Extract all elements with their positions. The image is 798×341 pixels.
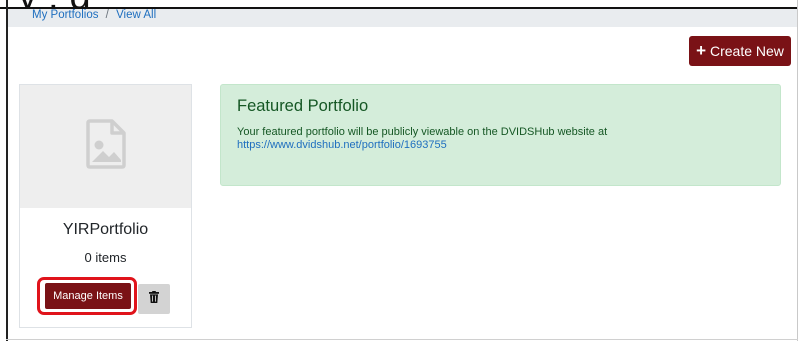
create-new-button[interactable]: + Create New bbox=[689, 36, 791, 66]
plus-icon: + bbox=[696, 41, 706, 60]
featured-portfolio-link[interactable]: https://www.dvidshub.net/portfolio/16937… bbox=[237, 139, 764, 152]
highlight-outline: Manage Items bbox=[37, 277, 137, 315]
trash-icon bbox=[149, 290, 159, 308]
delete-portfolio-button[interactable] bbox=[138, 284, 170, 314]
portfolio-thumbnail[interactable] bbox=[20, 85, 191, 208]
image-placeholder-icon bbox=[84, 118, 128, 175]
featured-portfolio-description: Your featured portfolio will be publicly… bbox=[237, 126, 608, 138]
portfolio-name[interactable]: YIRPortfolio bbox=[20, 221, 191, 239]
breadcrumb: My Portfolios / View All bbox=[8, 9, 797, 27]
portfolio-item-count: 0 items bbox=[84, 250, 127, 265]
page: y , g My Portfolios / View All + Create … bbox=[0, 0, 798, 341]
breadcrumb-item-my-portfolios[interactable]: My Portfolios bbox=[32, 9, 98, 21]
left-divider bbox=[6, 0, 8, 341]
manage-items-button[interactable]: Manage Items bbox=[45, 283, 131, 309]
portfolio-card: YIRPortfolio 0 items Manage Items bbox=[19, 84, 192, 328]
breadcrumb-item-view-all[interactable]: View All bbox=[116, 9, 156, 21]
bottom-divider bbox=[6, 339, 798, 340]
create-new-label: Create New bbox=[710, 43, 784, 59]
featured-portfolio-alert: Featured Portfolio Your featured portfol… bbox=[220, 84, 781, 186]
breadcrumb-separator: / bbox=[105, 9, 109, 21]
featured-portfolio-heading: Featured Portfolio bbox=[237, 97, 369, 115]
